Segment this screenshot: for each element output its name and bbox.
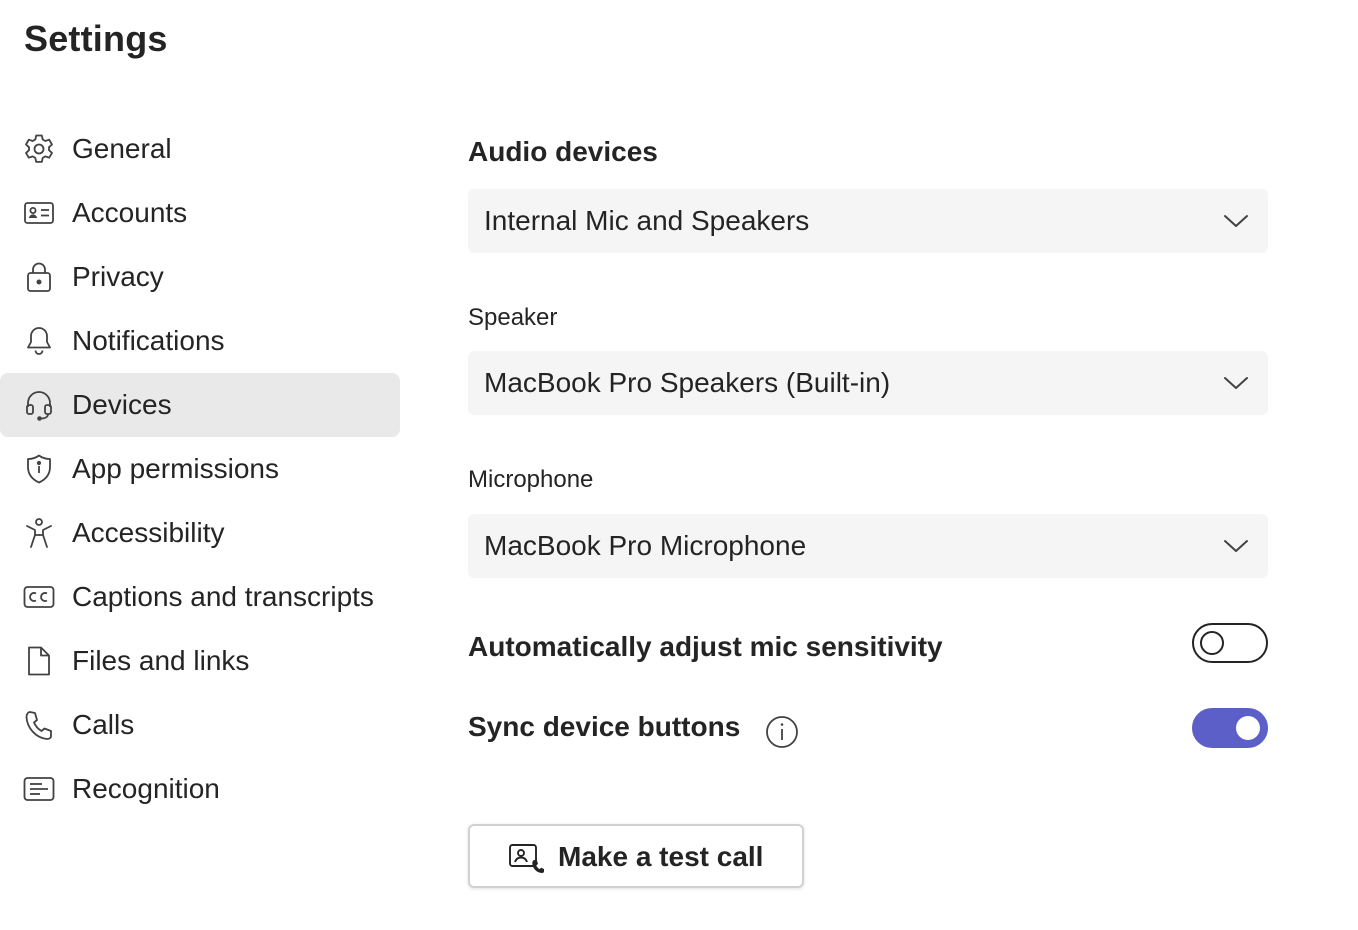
chevron-down-icon <box>1224 215 1248 227</box>
microphone-value: MacBook Pro Microphone <box>484 530 807 561</box>
id-card-icon <box>22 196 56 230</box>
speaker-dropdown[interactable]: MacBook Pro Speakers (Built-in) <box>468 351 1268 415</box>
auto-mic-sensitivity-label: Automatically adjust mic sensitivity <box>468 631 943 662</box>
toggle-knob <box>1236 716 1260 740</box>
sidebar-item-files-and-links[interactable]: Files and links <box>0 629 400 693</box>
sidebar-item-label: Calls <box>72 709 135 740</box>
sidebar-item-label: Accessibility <box>72 517 225 548</box>
make-test-call-label: Make a test call <box>558 841 764 872</box>
page-title: Settings <box>24 18 168 59</box>
sidebar-item-label: Privacy <box>72 261 164 292</box>
sidebar-item-label: Accounts <box>72 197 188 228</box>
sidebar-item-accessibility[interactable]: Accessibility <box>0 501 400 565</box>
sidebar-item-label: Recognition <box>72 773 220 804</box>
test-call-icon <box>509 844 544 873</box>
settings-sidebar: General Accounts Privacy Notifications D… <box>0 117 400 821</box>
make-test-call-button[interactable]: Make a test call <box>468 824 804 888</box>
chevron-down-icon <box>1224 377 1248 389</box>
sidebar-item-label: App permissions <box>72 453 279 484</box>
phone-icon <box>22 708 56 742</box>
toggle-knob <box>1200 631 1224 655</box>
file-icon <box>22 644 56 678</box>
sidebar-item-label: Files and links <box>72 645 250 676</box>
gear-icon <box>22 132 56 166</box>
sidebar-item-calls[interactable]: Calls <box>0 693 400 757</box>
sidebar-item-accounts[interactable]: Accounts <box>0 181 400 245</box>
sidebar-item-label: Notifications <box>72 325 225 356</box>
sidebar-item-privacy[interactable]: Privacy <box>0 245 400 309</box>
lock-icon <box>22 260 56 294</box>
accessibility-icon <box>22 516 56 550</box>
sidebar-item-captions-and-transcripts[interactable]: Captions and transcripts <box>0 565 400 629</box>
sync-device-buttons-label: Sync device buttons <box>468 711 741 742</box>
sidebar-item-recognition[interactable]: Recognition <box>0 757 400 821</box>
audio-devices-value: Internal Mic and Speakers <box>484 205 810 236</box>
sidebar-item-label: General <box>72 133 172 164</box>
chevron-down-icon <box>1224 540 1248 552</box>
speaker-value: MacBook Pro Speakers (Built-in) <box>484 367 891 398</box>
bell-icon <box>22 324 56 358</box>
audio-devices-dropdown[interactable]: Internal Mic and Speakers <box>468 189 1268 253</box>
sidebar-item-devices[interactable]: Devices <box>0 373 400 437</box>
sidebar-item-notifications[interactable]: Notifications <box>0 309 400 373</box>
speaker-label: Speaker <box>468 304 558 331</box>
recognition-icon <box>22 772 56 806</box>
microphone-dropdown[interactable]: MacBook Pro Microphone <box>468 514 1268 578</box>
cc-icon <box>22 580 56 614</box>
sidebar-item-app-permissions[interactable]: App permissions <box>0 437 400 501</box>
sync-device-buttons-toggle[interactable] <box>1192 708 1268 748</box>
sidebar-item-label: Captions and transcripts <box>72 581 374 612</box>
auto-mic-sensitivity-toggle[interactable] <box>1192 623 1268 663</box>
microphone-label: Microphone <box>468 466 594 493</box>
sidebar-item-general[interactable]: General <box>0 117 400 181</box>
info-icon[interactable] <box>765 715 799 749</box>
shield-icon <box>22 452 56 486</box>
sidebar-item-label: Devices <box>72 389 172 420</box>
headset-icon <box>22 388 56 422</box>
audio-devices-title: Audio devices <box>468 136 658 167</box>
settings-page: Settings General Accounts Privacy Notifi… <box>0 0 1358 930</box>
